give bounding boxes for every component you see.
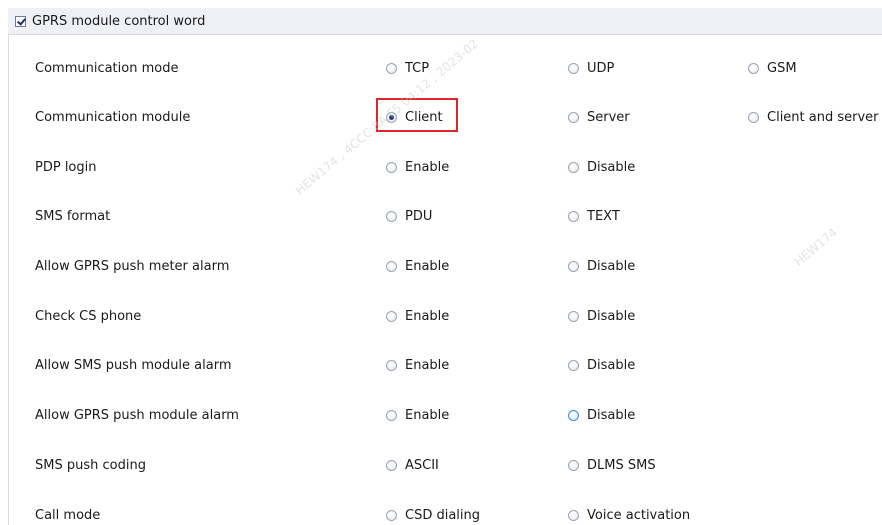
row-label: Communication module <box>35 109 191 125</box>
option-pdu[interactable]: PDU <box>386 209 432 224</box>
radio-icon[interactable] <box>386 62 397 74</box>
option-text[interactable]: TEXT <box>568 209 620 224</box>
row-label: Communication mode <box>35 60 179 76</box>
option-client-and-server[interactable]: Client and server <box>748 110 879 125</box>
radio-icon[interactable] <box>568 210 579 222</box>
row-label: PDP login <box>35 159 97 175</box>
option-enable[interactable]: Enable <box>386 358 449 373</box>
row-allow-sms-push-module-alarm: Allow SMS push module alarm Enable Disab… <box>8 355 882 375</box>
radio-icon[interactable] <box>568 359 579 371</box>
option-ascii[interactable]: ASCII <box>386 458 439 473</box>
row-label: Check CS phone <box>35 308 142 324</box>
group-title: GPRS module control word <box>32 13 206 29</box>
option-tcp[interactable]: TCP <box>386 61 429 76</box>
option-disable[interactable]: Disable <box>568 358 635 373</box>
row-label: Call mode <box>35 507 101 523</box>
radio-icon[interactable] <box>748 111 759 123</box>
option-enable[interactable]: Enable <box>386 259 449 274</box>
row-label: SMS push coding <box>35 457 146 473</box>
group-enable-checkbox[interactable] <box>15 15 26 27</box>
option-disable[interactable]: Disable <box>568 408 635 423</box>
option-udp[interactable]: UDP <box>568 61 614 76</box>
radio-icon[interactable] <box>386 210 397 222</box>
option-enable[interactable]: Enable <box>386 160 449 175</box>
radio-icon[interactable] <box>748 62 759 74</box>
radio-hover-icon[interactable] <box>568 409 579 421</box>
row-call-mode: Call mode CSD dialing Voice activation <box>8 505 882 525</box>
option-enable[interactable]: Enable <box>386 309 449 324</box>
row-label: Allow GPRS push meter alarm <box>35 258 230 274</box>
row-label: Allow SMS push module alarm <box>35 357 232 373</box>
radio-icon[interactable] <box>386 509 397 521</box>
radio-icon[interactable] <box>386 359 397 371</box>
option-disable[interactable]: Disable <box>568 309 635 324</box>
radio-icon[interactable] <box>568 310 579 322</box>
row-allow-gprs-push-module-alarm: Allow GPRS push module alarm Enable Disa… <box>8 405 882 425</box>
radio-icon[interactable] <box>568 161 579 173</box>
radio-icon[interactable] <box>386 409 397 421</box>
radio-icon[interactable] <box>568 459 579 471</box>
radio-icon[interactable] <box>386 310 397 322</box>
row-pdp-login: PDP login Enable Disable <box>8 157 882 177</box>
radio-icon[interactable] <box>568 260 579 272</box>
row-check-cs-phone: Check CS phone Enable Disable <box>8 306 882 326</box>
option-gsm[interactable]: GSM <box>748 61 797 76</box>
option-disable[interactable]: Disable <box>568 259 635 274</box>
row-label: Allow GPRS push module alarm <box>35 407 239 423</box>
group-header[interactable]: GPRS module control word <box>8 8 882 35</box>
row-sms-format: SMS format PDU TEXT <box>8 206 882 226</box>
option-disable[interactable]: Disable <box>568 160 635 175</box>
option-server[interactable]: Server <box>568 110 630 125</box>
radio-icon[interactable] <box>386 161 397 173</box>
row-label: SMS format <box>35 208 111 224</box>
option-voice-activation[interactable]: Voice activation <box>568 508 690 523</box>
option-csd-dialing[interactable]: CSD dialing <box>386 508 480 523</box>
radio-icon[interactable] <box>386 260 397 272</box>
row-sms-push-coding: SMS push coding ASCII DLMS SMS <box>8 455 882 475</box>
option-dlms-sms[interactable]: DLMS SMS <box>568 458 656 473</box>
radio-icon[interactable] <box>568 509 579 521</box>
radio-icon[interactable] <box>568 62 579 74</box>
radio-icon[interactable] <box>386 459 397 471</box>
option-enable[interactable]: Enable <box>386 408 449 423</box>
row-allow-gprs-push-meter-alarm: Allow GPRS push meter alarm Enable Disab… <box>8 256 882 276</box>
radio-icon[interactable] <box>568 111 579 123</box>
